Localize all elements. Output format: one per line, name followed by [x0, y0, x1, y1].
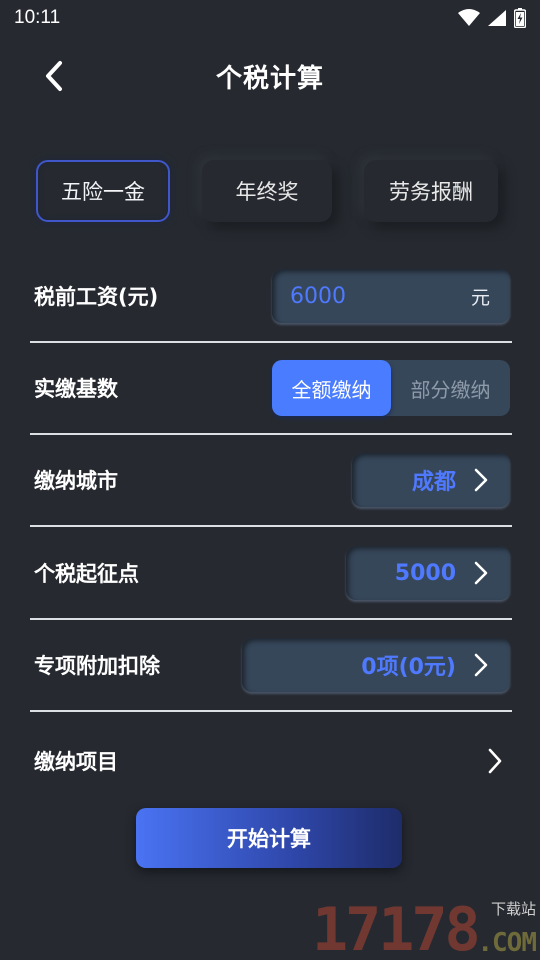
tab-label: 五险一金 — [61, 180, 145, 204]
page-title: 个税计算 — [215, 64, 324, 94]
city-selector[interactable]: 成都 — [352, 453, 510, 507]
salary-input[interactable]: 6000 元 — [272, 269, 510, 323]
salary-row: 税前工资(元) 6000 元 — [30, 251, 512, 343]
deduction-value: 0项(0元) — [361, 655, 456, 680]
salary-value: 6000 — [290, 283, 346, 309]
tab-label: 劳务报酬 — [389, 180, 473, 204]
threshold-value: 5000 — [394, 560, 456, 586]
tab-labor-remuneration[interactable]: 劳务报酬 — [364, 160, 498, 222]
battery-icon — [514, 8, 526, 28]
payment-items-label: 缴纳项目 — [34, 750, 118, 774]
status-bar: 10:11 — [0, 0, 540, 36]
chevron-right-icon — [474, 561, 488, 585]
status-icons — [458, 8, 526, 28]
watermark-suffix: .COM — [477, 928, 537, 958]
start-calculate-button[interactable]: 开始计算 — [136, 808, 402, 868]
city-row: 缴纳城市 成都 — [30, 435, 512, 527]
salary-unit: 元 — [470, 286, 490, 309]
status-time: 10:11 — [14, 7, 61, 28]
chevron-right-icon — [474, 468, 488, 492]
tab-label: 年终奖 — [235, 180, 299, 204]
threshold-selector[interactable]: 5000 — [346, 546, 510, 600]
city-label: 缴纳城市 — [34, 469, 118, 493]
tab-five-insurances[interactable]: 五险一金 — [36, 160, 170, 222]
base-segmented-control: 全额缴纳 部分缴纳 — [272, 360, 510, 416]
wifi-icon — [458, 9, 480, 26]
base-label: 实缴基数 — [34, 377, 118, 401]
chevron-right-icon — [488, 748, 502, 774]
watermark-number: 17178 — [312, 895, 481, 960]
chevron-right-icon — [474, 653, 488, 677]
tab-bar: 五险一金 年终奖 劳务报酬 — [36, 160, 506, 222]
city-value: 成都 — [411, 470, 456, 495]
signal-icon — [488, 10, 506, 26]
payment-items-row[interactable]: 缴纳项目 — [30, 714, 512, 808]
base-option-partial[interactable]: 部分缴纳 — [391, 360, 510, 416]
base-row: 实缴基数 全额缴纳 部分缴纳 — [30, 343, 512, 435]
deduction-selector[interactable]: 0项(0元) — [242, 638, 510, 692]
threshold-row: 个税起征点 5000 — [30, 528, 512, 620]
app-header: 个税计算 — [0, 44, 540, 108]
tab-year-end-bonus[interactable]: 年终奖 — [202, 160, 332, 222]
watermark-logo: 17178 下载站 .COM — [312, 895, 537, 960]
deduction-row: 专项附加扣除 0项(0元) — [30, 620, 512, 712]
deduction-label: 专项附加扣除 — [34, 654, 160, 678]
base-option-full[interactable]: 全额缴纳 — [272, 360, 391, 416]
watermark-tag: 下载站 — [490, 900, 536, 918]
threshold-label: 个税起征点 — [34, 562, 139, 586]
salary-label: 税前工资(元) — [34, 285, 159, 309]
